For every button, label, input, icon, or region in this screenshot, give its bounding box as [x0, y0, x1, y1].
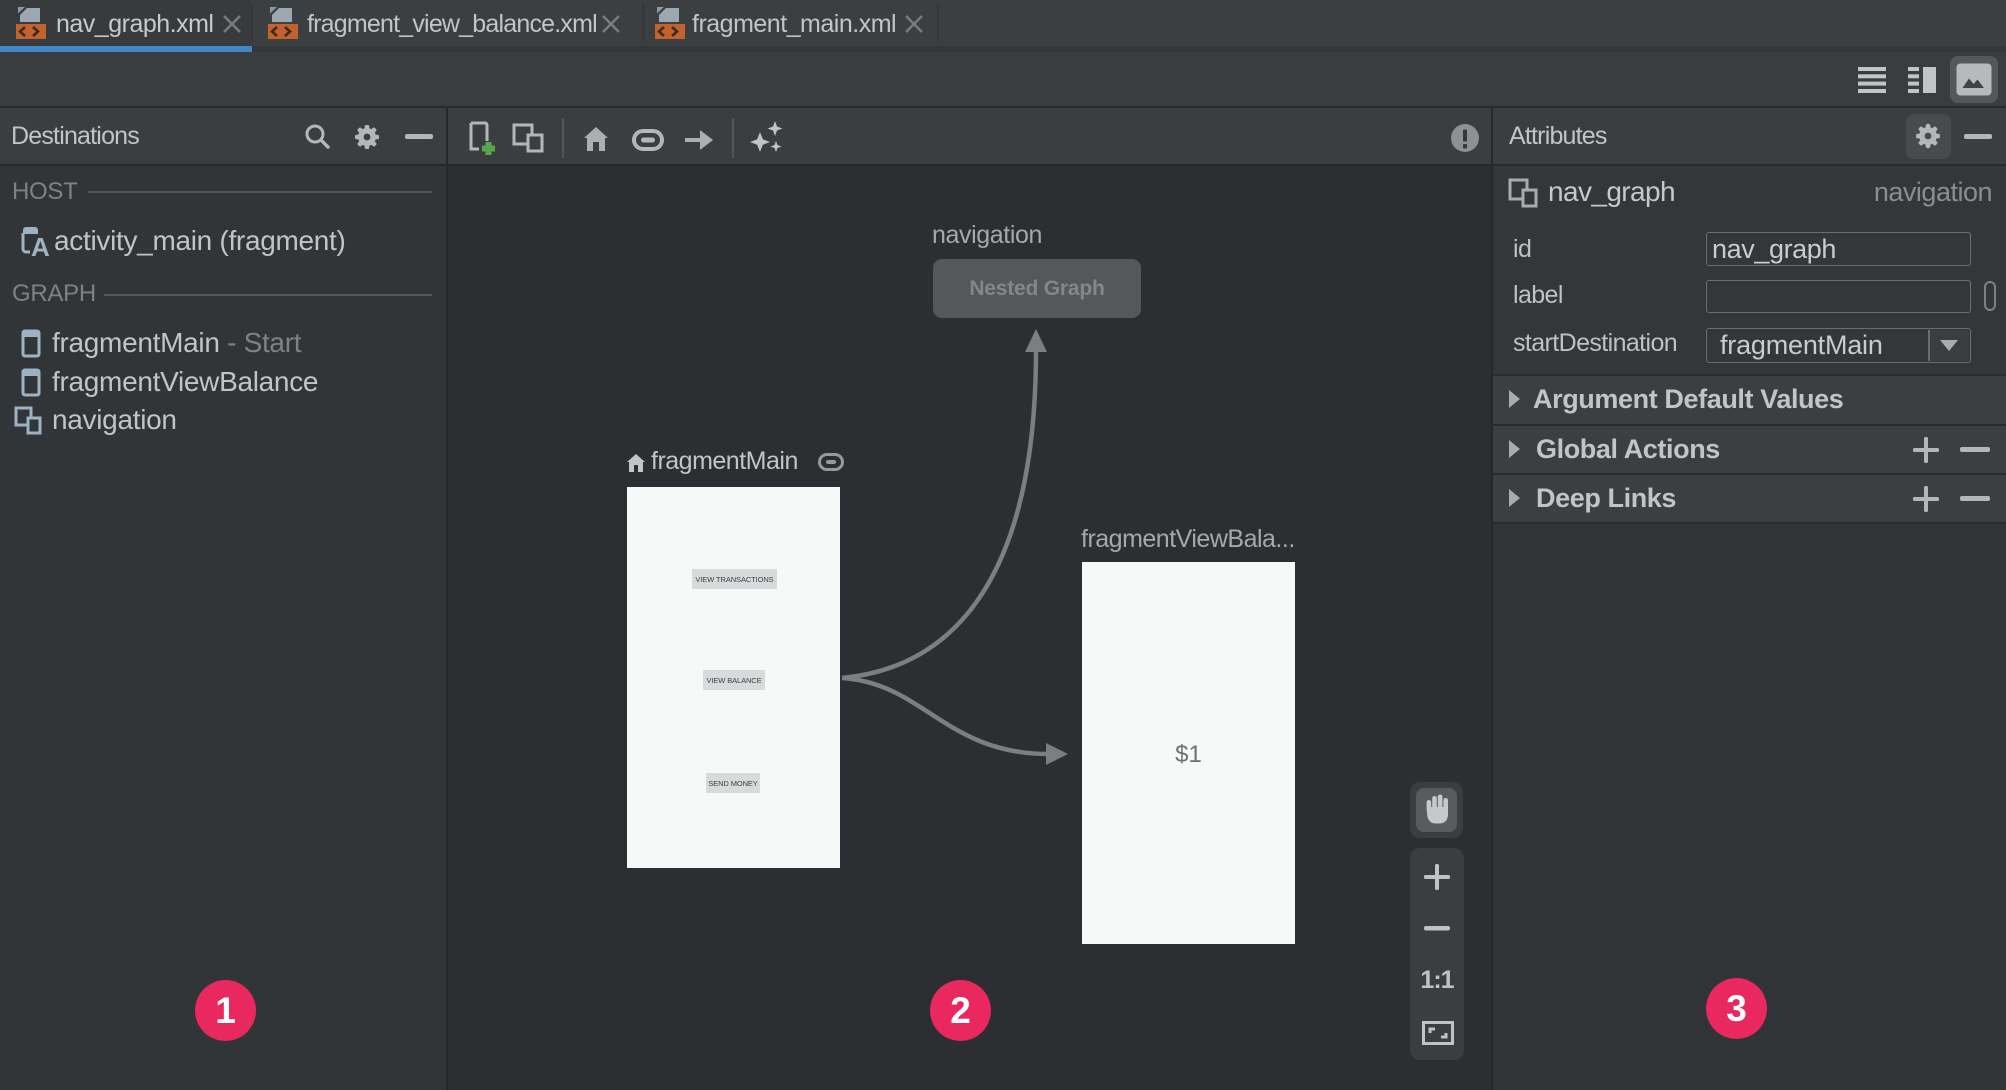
svg-text:A: A [31, 232, 50, 257]
